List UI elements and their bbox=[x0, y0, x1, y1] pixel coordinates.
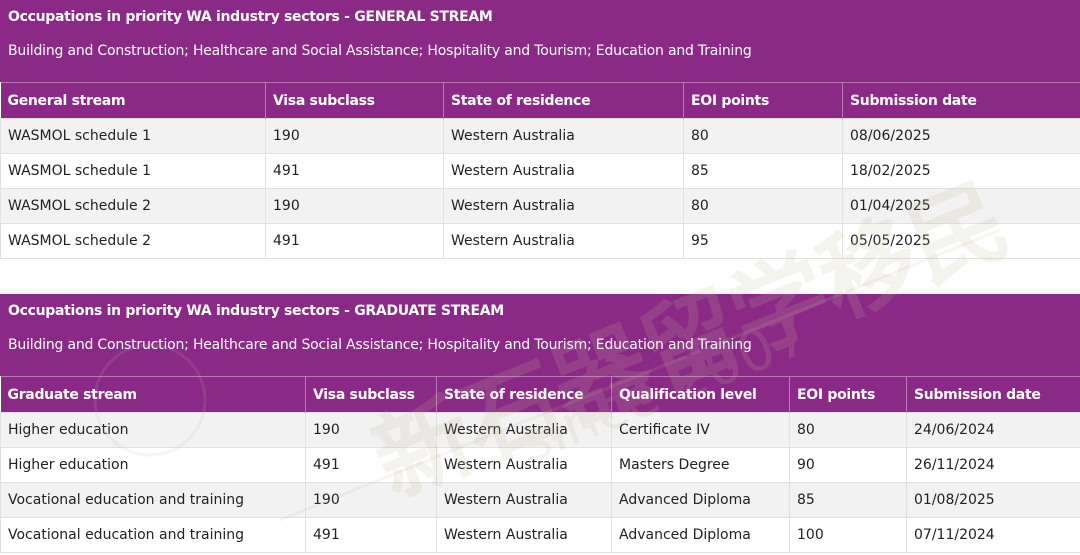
general-stream-banner: Occupations in priority WA industry sect… bbox=[0, 0, 1080, 82]
table-cell: 08/06/2025 bbox=[842, 118, 1080, 154]
table-header-row: General stream Visa subclass State of re… bbox=[0, 82, 1080, 119]
column-header: Visa subclass bbox=[265, 82, 444, 119]
table-row: WASMOL schedule 2 190 Western Australia … bbox=[0, 188, 1080, 224]
table-cell: 80 bbox=[683, 188, 843, 224]
table-cell: Certificate IV bbox=[611, 412, 790, 448]
table-cell: 01/04/2025 bbox=[842, 188, 1080, 224]
table-cell: 01/08/2025 bbox=[906, 482, 1080, 518]
table-row: Vocational education and training 491 We… bbox=[0, 517, 1080, 553]
table-row: WASMOL schedule 1 190 Western Australia … bbox=[0, 118, 1080, 154]
table-cell: 18/02/2025 bbox=[842, 153, 1080, 189]
table-cell: Higher education bbox=[0, 447, 306, 483]
table-row: WASMOL schedule 2 491 Western Australia … bbox=[0, 223, 1080, 259]
column-header: General stream bbox=[0, 82, 266, 119]
table-cell: 80 bbox=[683, 118, 843, 154]
column-header: Visa subclass bbox=[305, 376, 437, 413]
table-row: WASMOL schedule 1 491 Western Australia … bbox=[0, 153, 1080, 189]
column-header: Submission date bbox=[906, 376, 1080, 413]
column-header: EOI points bbox=[789, 376, 907, 413]
table-cell: WASMOL schedule 1 bbox=[0, 118, 266, 154]
graduate-stream-table: Graduate stream Visa subclass State of r… bbox=[0, 376, 1080, 553]
table-row: Higher education 190 Western Australia C… bbox=[0, 412, 1080, 448]
column-header: EOI points bbox=[683, 82, 843, 119]
table-cell: 100 bbox=[789, 517, 907, 553]
table-header-row: Graduate stream Visa subclass State of r… bbox=[0, 376, 1080, 413]
table-cell: 190 bbox=[305, 412, 437, 448]
table-cell: WASMOL schedule 2 bbox=[0, 188, 266, 224]
table-cell: 491 bbox=[265, 153, 444, 189]
table-cell: 190 bbox=[305, 482, 437, 518]
table-cell: Western Australia bbox=[443, 188, 684, 224]
general-stream-subtitle: Building and Construction; Healthcare an… bbox=[8, 43, 752, 59]
graduate-stream-title: Occupations in priority WA industry sect… bbox=[8, 303, 504, 319]
table-cell: Western Australia bbox=[443, 223, 684, 259]
table-cell: 190 bbox=[265, 188, 444, 224]
table-cell: Western Australia bbox=[436, 517, 612, 553]
table-cell: 85 bbox=[789, 482, 907, 518]
table-cell: WASMOL schedule 1 bbox=[0, 153, 266, 189]
table-cell: 491 bbox=[265, 223, 444, 259]
table-cell: 05/05/2025 bbox=[842, 223, 1080, 259]
graduate-stream-subtitle: Building and Construction; Healthcare an… bbox=[8, 337, 752, 353]
column-header: State of residence bbox=[436, 376, 612, 413]
column-header: State of residence bbox=[443, 82, 684, 119]
table-cell: 85 bbox=[683, 153, 843, 189]
table-cell: Higher education bbox=[0, 412, 306, 448]
column-header: Submission date bbox=[842, 82, 1080, 119]
table-cell: Western Australia bbox=[443, 153, 684, 189]
table-cell: 26/11/2024 bbox=[906, 447, 1080, 483]
table-cell: 95 bbox=[683, 223, 843, 259]
table-row: Higher education 491 Western Australia M… bbox=[0, 447, 1080, 483]
table-cell: Western Australia bbox=[436, 482, 612, 518]
table-cell: WASMOL schedule 2 bbox=[0, 223, 266, 259]
table-row: Vocational education and training 190 We… bbox=[0, 482, 1080, 518]
table-cell: 07/11/2024 bbox=[906, 517, 1080, 553]
table-cell: 491 bbox=[305, 447, 437, 483]
general-stream-table: General stream Visa subclass State of re… bbox=[0, 82, 1080, 259]
table-cell: 190 bbox=[265, 118, 444, 154]
column-header: Qualification level bbox=[611, 376, 790, 413]
table-cell: Western Australia bbox=[443, 118, 684, 154]
table-cell: Western Australia bbox=[436, 447, 612, 483]
column-header: Graduate stream bbox=[0, 376, 306, 413]
table-cell: Advanced Diploma bbox=[611, 482, 790, 518]
table-cell: Western Australia bbox=[436, 412, 612, 448]
table-cell: 24/06/2024 bbox=[906, 412, 1080, 448]
graduate-stream-banner: Occupations in priority WA industry sect… bbox=[0, 294, 1080, 376]
table-cell: Advanced Diploma bbox=[611, 517, 790, 553]
table-cell: 491 bbox=[305, 517, 437, 553]
general-stream-section: Occupations in priority WA industry sect… bbox=[0, 0, 1080, 259]
table-cell: Masters Degree bbox=[611, 447, 790, 483]
table-cell: 90 bbox=[789, 447, 907, 483]
table-cell: Vocational education and training bbox=[0, 517, 306, 553]
graduate-stream-section: Occupations in priority WA industry sect… bbox=[0, 294, 1080, 553]
table-cell: Vocational education and training bbox=[0, 482, 306, 518]
table-cell: 80 bbox=[789, 412, 907, 448]
general-stream-title: Occupations in priority WA industry sect… bbox=[8, 9, 493, 25]
